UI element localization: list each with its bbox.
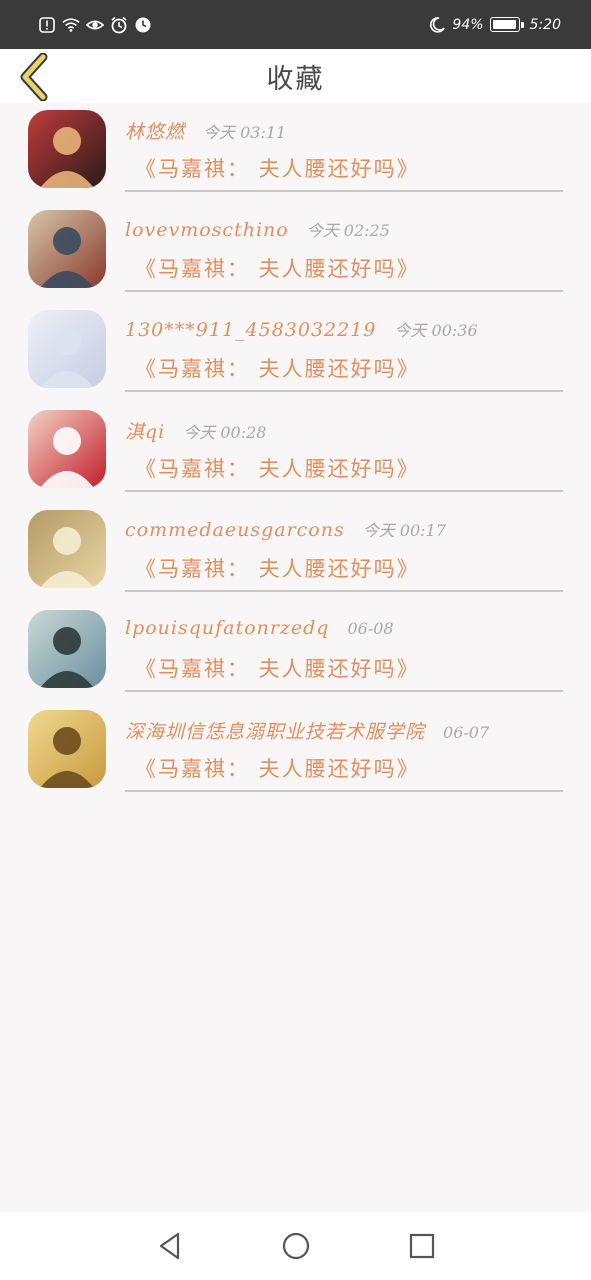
item-body: commedaeusgarcons 今天 00:17 《马嘉祺： 夫人腰还好吗》 bbox=[125, 503, 563, 592]
nav-back-button[interactable] bbox=[152, 1228, 188, 1264]
favorite-item[interactable]: commedaeusgarcons 今天 00:17 《马嘉祺： 夫人腰还好吗》 bbox=[0, 503, 591, 603]
nav-home-button[interactable] bbox=[278, 1228, 314, 1264]
item-body: 130***911_4583032219 今天 00:36 《马嘉祺： 夫人腰还好吗… bbox=[125, 303, 563, 392]
status-bar: 94% 5:20 bbox=[0, 0, 591, 49]
item-meta: 林悠燃 今天 03:11 bbox=[125, 117, 286, 144]
item-meta: 淇qi 今天 00:28 bbox=[125, 417, 266, 444]
favorite-item[interactable]: 深海圳信恁息溺职业技若术服学院 06-07 《马嘉祺： 夫人腰还好吗》 bbox=[0, 703, 591, 803]
avatar[interactable] bbox=[28, 610, 106, 688]
status-left-icons bbox=[38, 16, 152, 34]
avatar[interactable] bbox=[28, 210, 106, 288]
username[interactable]: lovevmoscthino bbox=[125, 219, 289, 241]
battery-percent: 94% bbox=[452, 16, 484, 33]
timestamp: 06-08 bbox=[347, 619, 394, 638]
status-right-icons: 94% 5:20 bbox=[428, 16, 561, 34]
story-title[interactable]: 《马嘉祺： 夫人腰还好吗》 bbox=[135, 153, 420, 183]
battery-level-fill bbox=[492, 20, 516, 29]
story-title[interactable]: 《马嘉祺： 夫人腰还好吗》 bbox=[135, 753, 420, 783]
avatar[interactable] bbox=[28, 710, 106, 788]
back-triangle-icon bbox=[159, 1232, 179, 1260]
item-meta: lovevmoscthino 今天 02:25 bbox=[125, 217, 390, 241]
username[interactable]: 林悠燃 bbox=[125, 117, 185, 144]
favorite-item[interactable]: lovevmoscthino 今天 02:25 《马嘉祺： 夫人腰还好吗》 bbox=[0, 203, 591, 303]
story-title[interactable]: 《马嘉祺： 夫人腰还好吗》 bbox=[135, 653, 420, 683]
wifi-icon bbox=[62, 16, 80, 34]
alarm-icon bbox=[110, 16, 128, 34]
avatar[interactable] bbox=[28, 410, 106, 488]
header: 收藏 bbox=[0, 49, 591, 103]
timestamp: 06-07 bbox=[443, 723, 490, 742]
item-body: 淇qi 今天 00:28 《马嘉祺： 夫人腰还好吗》 bbox=[125, 403, 563, 492]
favorite-item[interactable]: lpouisqufatonrzedq 06-08 《马嘉祺： 夫人腰还好吗》 bbox=[0, 603, 591, 703]
timestamp: 今天 00:28 bbox=[183, 423, 267, 442]
timestamp: 今天 00:36 bbox=[394, 321, 478, 340]
navigation-bar bbox=[0, 1212, 591, 1280]
timestamp: 今天 03:11 bbox=[203, 123, 287, 142]
timestamp: 今天 00:17 bbox=[362, 521, 446, 540]
eye-icon bbox=[86, 16, 104, 34]
page-title: 收藏 bbox=[266, 63, 325, 95]
favorite-item[interactable]: 淇qi 今天 00:28 《马嘉祺： 夫人腰还好吗》 bbox=[0, 403, 591, 503]
favorites-list: 林悠燃 今天 03:11 《马嘉祺： 夫人腰还好吗》 lovevmoscthino 今天… bbox=[0, 103, 591, 803]
timestamp: 今天 02:25 bbox=[306, 221, 390, 240]
status-time: 5:20 bbox=[529, 16, 561, 33]
clock-icon bbox=[134, 16, 152, 34]
favorite-item[interactable]: 130***911_4583032219 今天 00:36 《马嘉祺： 夫人腰还好吗… bbox=[0, 303, 591, 403]
home-circle-icon bbox=[282, 1232, 309, 1260]
username[interactable]: 深海圳信恁息溺职业技若术服学院 bbox=[125, 717, 425, 744]
back-button[interactable] bbox=[14, 53, 54, 101]
username[interactable]: 淇qi bbox=[125, 417, 165, 444]
item-meta: 深海圳信恁息溺职业技若术服学院 06-07 bbox=[125, 717, 489, 744]
alert-icon bbox=[38, 16, 56, 34]
item-body: 林悠燃 今天 03:11 《马嘉祺： 夫人腰还好吗》 bbox=[125, 103, 563, 192]
moon-icon bbox=[428, 16, 446, 34]
avatar[interactable] bbox=[28, 310, 106, 388]
item-meta: 130***911_4583032219 今天 00:36 bbox=[125, 317, 478, 341]
item-body: 深海圳信恁息溺职业技若术服学院 06-07 《马嘉祺： 夫人腰还好吗》 bbox=[125, 703, 563, 792]
username[interactable]: commedaeusgarcons bbox=[125, 519, 345, 541]
nav-recents-button[interactable] bbox=[404, 1228, 440, 1264]
avatar[interactable] bbox=[28, 510, 106, 588]
avatar[interactable] bbox=[28, 110, 106, 188]
chevron-left-icon bbox=[20, 53, 48, 101]
item-meta: commedaeusgarcons 今天 00:17 bbox=[125, 517, 446, 541]
username[interactable]: 130***911_4583032219 bbox=[125, 319, 376, 341]
story-title[interactable]: 《马嘉祺： 夫人腰还好吗》 bbox=[135, 353, 420, 383]
story-title[interactable]: 《马嘉祺： 夫人腰还好吗》 bbox=[135, 553, 420, 583]
username[interactable]: lpouisqufatonrzedq bbox=[125, 617, 329, 639]
battery-icon bbox=[489, 17, 524, 32]
story-title[interactable]: 《马嘉祺： 夫人腰还好吗》 bbox=[135, 253, 420, 283]
story-title[interactable]: 《马嘉祺： 夫人腰还好吗》 bbox=[135, 453, 420, 483]
favorite-item[interactable]: 林悠燃 今天 03:11 《马嘉祺： 夫人腰还好吗》 bbox=[0, 103, 591, 203]
item-body: lpouisqufatonrzedq 06-08 《马嘉祺： 夫人腰还好吗》 bbox=[125, 603, 563, 692]
item-body: lovevmoscthino 今天 02:25 《马嘉祺： 夫人腰还好吗》 bbox=[125, 203, 563, 292]
item-meta: lpouisqufatonrzedq 06-08 bbox=[125, 617, 394, 639]
recents-square-icon bbox=[409, 1233, 434, 1259]
